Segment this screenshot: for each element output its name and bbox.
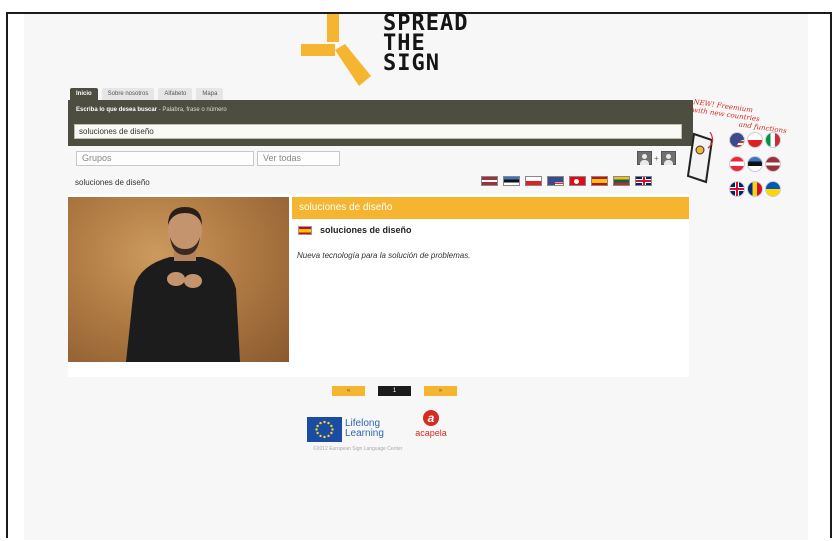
acapela-mark-icon: a [423,410,439,426]
spain-flag-icon[interactable] [591,176,608,186]
tab-sobre-nosotros[interactable]: Sobre nosotros [101,88,155,100]
search-bar: Escriba lo que desea buscar - Palabra, f… [68,100,693,146]
search-hint-rest: - Palabra, frase o número [157,107,227,113]
acapela-text: acapela [415,428,447,438]
ukraine-ball-icon [765,180,781,197]
groups-select[interactable]: Grupos [76,151,254,166]
result-header[interactable]: soluciones de diseño [292,197,689,219]
signer-figure-icon [126,207,240,362]
logo-wordmark: SPREAD THE SIGN [383,13,468,76]
eu-flag-icon [307,416,342,442]
estonia-ball-icon [747,156,763,173]
user-icon[interactable] [637,151,652,165]
result-content: soluciones de diseño soluciones de diseñ… [68,194,689,377]
uk-ball-icon [729,180,745,197]
tab-inicio[interactable]: Inicio [70,88,98,100]
user-icons: + [637,151,683,165]
italy-ball-icon [765,132,781,148]
tab-mapa[interactable]: Mapa [196,88,224,100]
latvia-ball-icon [765,156,781,173]
nav-tabs: Inicio Sobre nosotros Alfabeto Mapa [70,88,224,100]
eu-program-text: Lifelong Learning [345,419,384,439]
lithuania-flag-icon[interactable] [613,176,630,186]
search-hint-bold: Escriba lo que desea buscar [76,107,158,113]
usa-flag-icon[interactable] [547,176,564,186]
entry-definition: Nueva tecnología para la solución de pro… [297,251,471,260]
austria-ball-icon [729,156,745,173]
lifelong-learning-logo[interactable]: Lifelong Learning [307,415,391,443]
spain-flag-icon [298,226,312,235]
logo-line-3: SIGN [383,51,440,76]
uk-flag-icon[interactable] [635,176,652,186]
plus-sign: + [654,153,659,163]
turkey-flag-icon[interactable] [569,176,586,186]
current-page-button[interactable]: 1 [378,386,411,396]
usa-ball-icon [729,132,745,148]
search-hint: Escriba lo que desea buscar - Palabra, f… [76,107,227,113]
current-word-label: soluciones de diseño [75,178,150,187]
page-area: SPREAD THE SIGN Inicio Sobre nosotros Al… [24,13,808,540]
tab-alfabeto[interactable]: Alfabeto [158,88,193,100]
entry-title: soluciones de diseño [320,225,412,235]
eu-stars-icon [315,420,334,438]
browser-frame: SPREAD THE SIGN Inicio Sobre nosotros Al… [6,12,832,540]
romania-ball-icon [747,180,763,197]
language-flags [481,176,652,186]
promo-country-flags[interactable] [729,132,789,202]
prev-page-button[interactable]: « [332,386,365,396]
copyright-text: ©2012 European Sign Language Center [313,446,403,452]
view-all-select[interactable]: Ver todas [257,151,340,166]
latvia-flag-icon[interactable] [481,176,498,186]
estonia-flag-icon[interactable] [503,176,520,186]
search-input[interactable] [74,124,682,139]
eu-text-line-2: Learning [345,428,384,439]
acapela-logo[interactable]: a acapela [410,410,452,444]
spread-the-sign-logo[interactable]: SPREAD THE SIGN [301,13,501,89]
next-page-button[interactable]: » [424,386,457,396]
add-user-icon[interactable] [660,151,676,165]
sign-video-player[interactable] [68,197,289,362]
poland-flag-icon[interactable] [525,176,542,186]
poland-ball-icon [747,132,763,148]
pagination: « 1 » [332,386,457,396]
phone-icon[interactable] [686,132,714,184]
logo-mark-icon [301,14,371,86]
